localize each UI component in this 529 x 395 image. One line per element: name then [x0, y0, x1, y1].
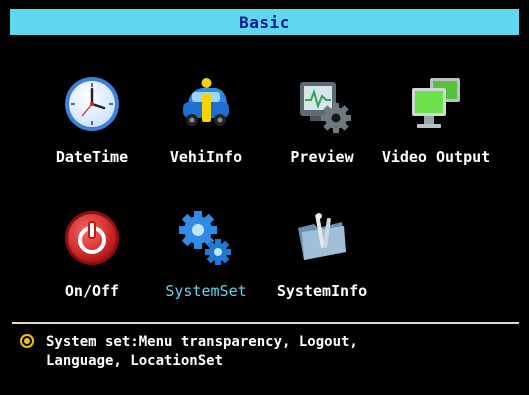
- preview-monitor-icon: [300, 82, 351, 133]
- menu-item-systeminfo[interactable]: SystemInfo: [262, 208, 382, 318]
- help-text: System set:Menu transparency, Logout, La…: [46, 333, 466, 371]
- menu-item-label: VehiInfo: [169, 148, 243, 166]
- menu-item-label: SystemSet: [165, 282, 247, 300]
- menu-item-label: On/Off: [64, 282, 120, 300]
- system-info-folder-icon: [298, 213, 346, 260]
- vehicle-info-icon: [183, 78, 229, 126]
- menu-item-preview[interactable]: Preview: [262, 74, 382, 184]
- dvr-basic-menu-screen: Basic DateTime VehiInfo Preview Video Ou…: [0, 0, 529, 395]
- menu-item-label: SystemInfo: [276, 282, 368, 300]
- help-line-1: System set:Menu transparency, Logout,: [46, 334, 358, 350]
- video-output-icon: [412, 78, 460, 128]
- title-bar: Basic: [10, 9, 519, 35]
- menu-item-datetime[interactable]: DateTime: [32, 74, 152, 184]
- page-title: Basic: [239, 12, 290, 32]
- menu-item-label: Preview: [290, 148, 354, 166]
- clock-icon: [65, 77, 119, 131]
- info-bullet-icon: [20, 334, 34, 348]
- menu-item-label: Video Output: [381, 148, 491, 166]
- menu-item-vehiinfo[interactable]: VehiInfo: [146, 74, 266, 184]
- divider: [12, 322, 519, 324]
- menu-item-label: DateTime: [55, 148, 129, 166]
- gears-icon: [179, 211, 231, 265]
- power-icon: [65, 211, 119, 265]
- menu-item-video-output[interactable]: Video Output: [376, 74, 496, 184]
- menu-item-on-off[interactable]: On/Off: [32, 208, 152, 318]
- help-line-2: Language, LocationSet: [46, 353, 224, 369]
- menu-item-systemset[interactable]: SystemSet: [146, 208, 266, 318]
